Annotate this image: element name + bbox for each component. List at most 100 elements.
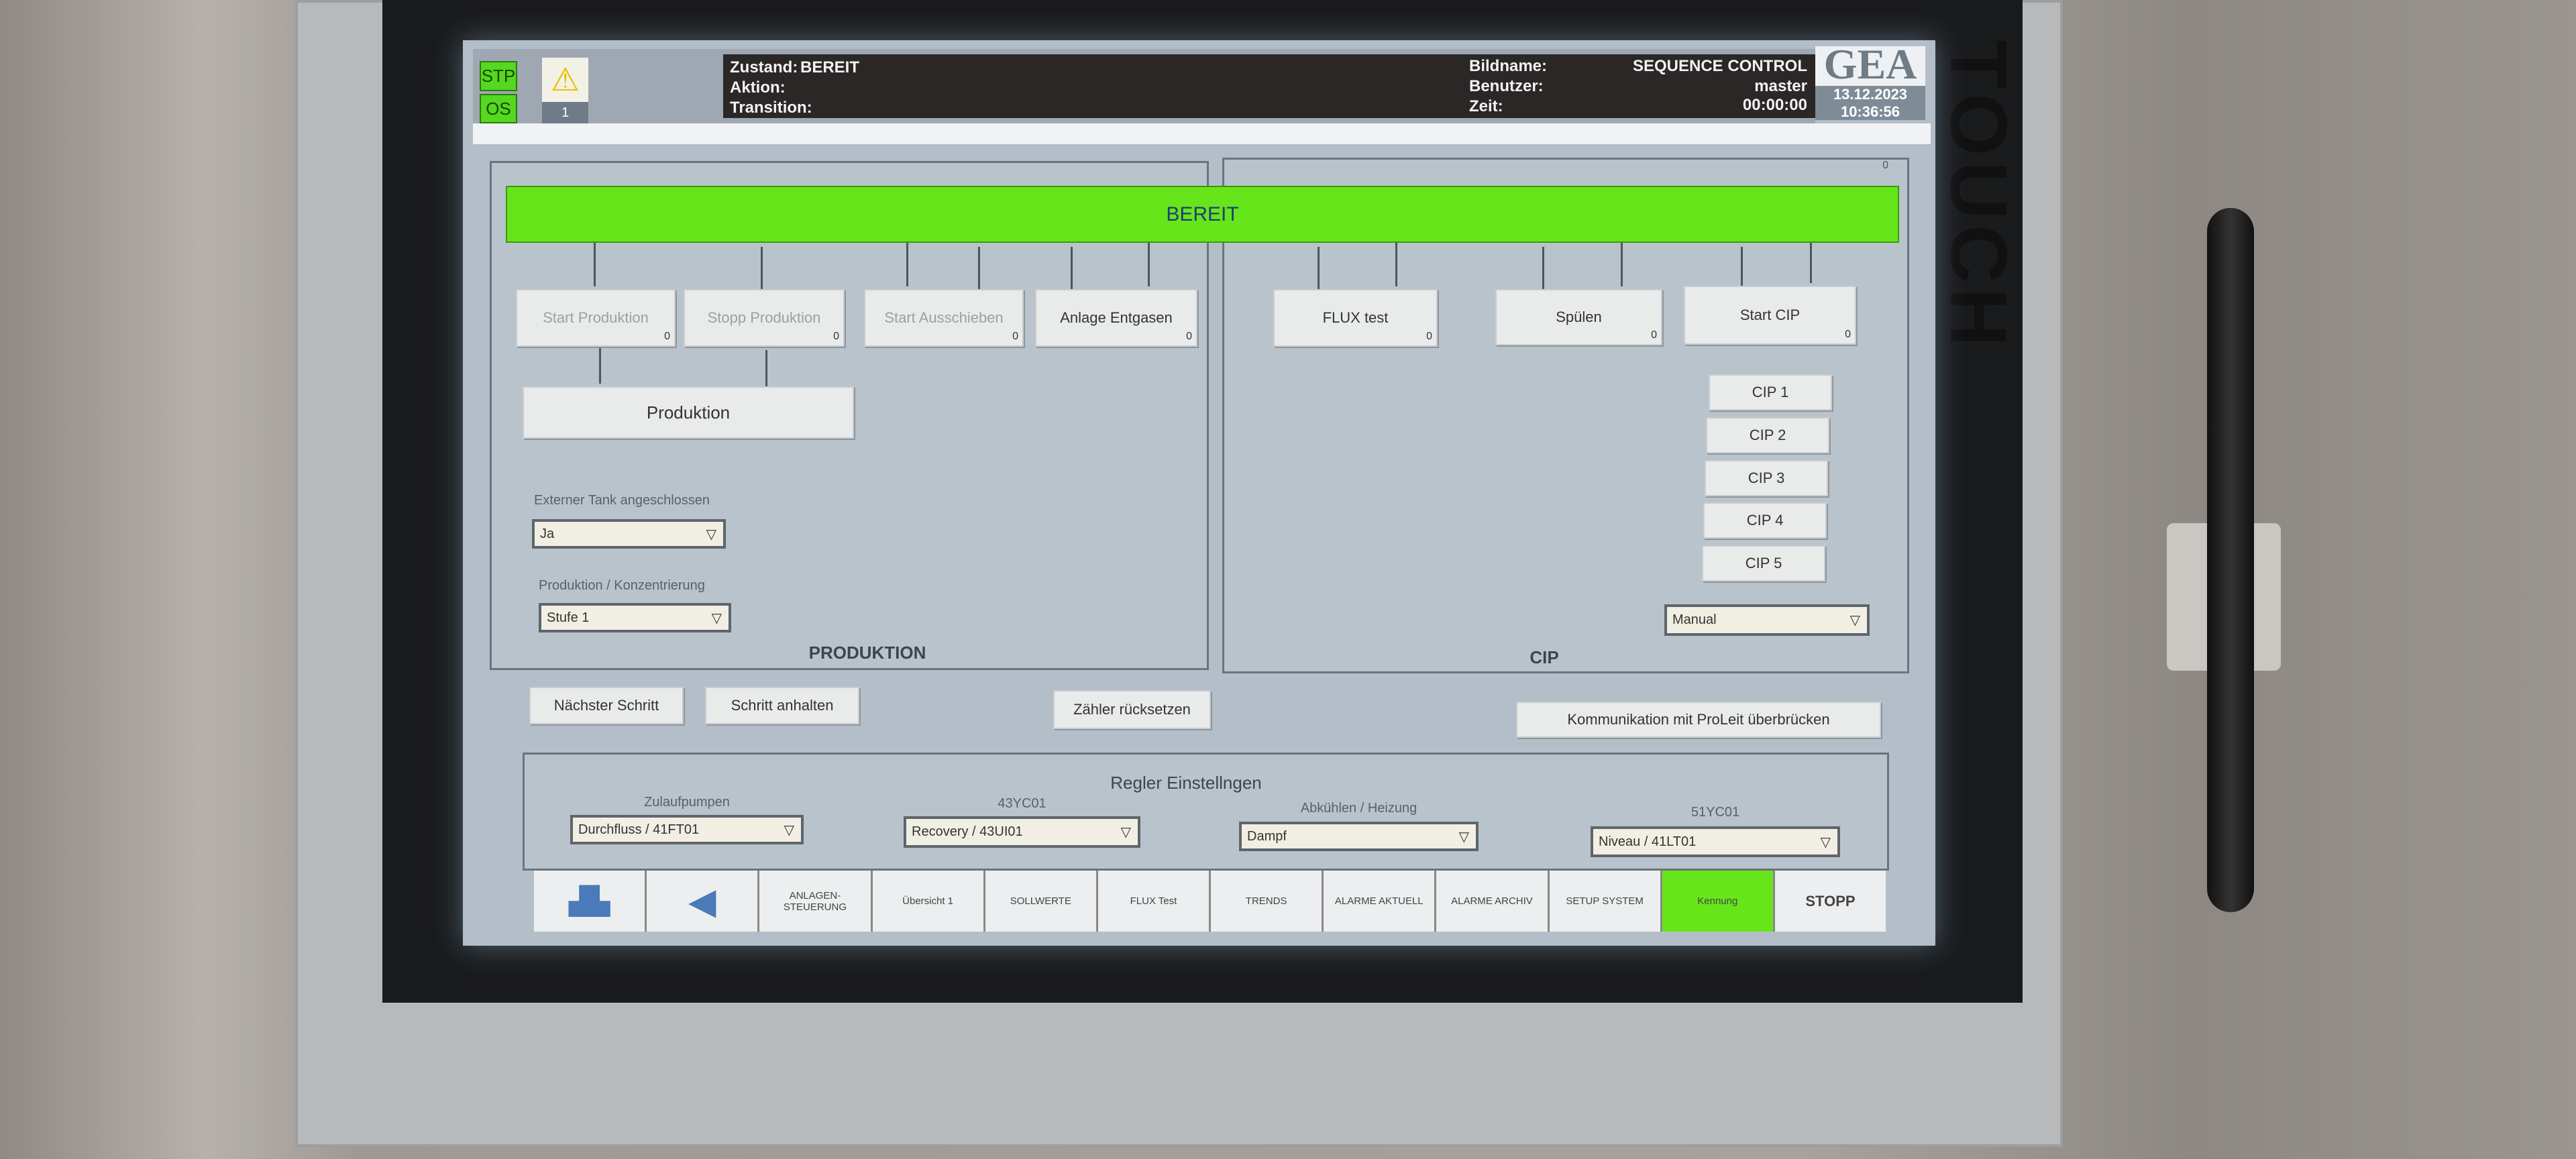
dropdown-value: Recovery / 43UI01	[912, 824, 1023, 839]
tank-dropdown[interactable]: Ja ▽	[532, 519, 726, 549]
cip-2-button[interactable]: CIP 2	[1706, 417, 1829, 453]
counter: 0	[1012, 331, 1018, 342]
stopp-produktion-button[interactable]: Stopp Produktion 0	[684, 289, 845, 347]
nav-setup-system[interactable]: SETUP SYSTEM	[1549, 871, 1660, 932]
zulaufpumpen-dropdown[interactable]: Durchfluss / 41FT01 ▽	[570, 815, 804, 844]
time: 10:36:56	[1815, 103, 1925, 120]
produktion-title: PRODUKTION	[808, 643, 926, 663]
button-label: Stopp Produktion	[707, 309, 821, 326]
button-label: Start Produktion	[543, 309, 649, 326]
cip-4-button[interactable]: CIP 4	[1703, 502, 1827, 539]
date: 13.12.2023	[1815, 86, 1925, 103]
anlage-entgasen-button[interactable]: Anlage Entgasen 0	[1035, 289, 1197, 347]
flux-test-button[interactable]: FLUX test 0	[1273, 289, 1438, 347]
transition-label: Transition:	[730, 99, 812, 117]
warning-icon: ⚠	[550, 62, 580, 98]
dropdown-value: Stufe 1	[547, 610, 590, 625]
cip-title: CIP	[1529, 647, 1559, 667]
stylus	[2207, 208, 2254, 912]
chevron-down-icon: ▽	[784, 822, 794, 838]
chevron-down-icon: ▽	[1458, 829, 1469, 844]
abkuehlen-heizung-label: Abkühlen / Heizung	[1300, 801, 1417, 816]
chevron-down-icon: ▽	[711, 610, 722, 626]
zulaufpumpen-label: Zulaufpumpen	[644, 795, 730, 810]
schritt-anhalten-button[interactable]: Schritt anhalten	[705, 687, 859, 724]
bezel-brand: TOUCH	[1933, 40, 2023, 352]
arrow-up-icon	[1542, 247, 1544, 289]
cip-mode-dropdown[interactable]: Manual ▽	[1664, 604, 1870, 636]
51yc01-dropdown[interactable]: Niveau / 41LT01 ▽	[1591, 826, 1840, 857]
nav-sollwerte[interactable]: SOLLWERTE	[985, 871, 1096, 932]
button-label: Start Ausschieben	[884, 309, 1004, 326]
back-arrow-icon: ◀	[688, 881, 716, 922]
43yc01-dropdown[interactable]: Recovery / 43UI01 ▽	[904, 816, 1140, 848]
start-produktion-button[interactable]: Start Produktion 0	[516, 289, 676, 347]
nav-anlagensteuerung[interactable]: ANLAGEN-STEUERUNG	[759, 871, 871, 932]
aktion-label: Aktion:	[730, 78, 786, 97]
dropdown-value: Niveau / 41LT01	[1599, 834, 1697, 849]
chevron-down-icon: ▽	[1820, 834, 1831, 850]
gea-logo: GEA 13.12.2023 10:36:56	[1815, 40, 1925, 120]
arrow-down-icon	[1621, 243, 1623, 286]
konzentrierung-dropdown[interactable]: Stufe 1 ▽	[539, 603, 731, 632]
button-label: Anlage Entgasen	[1060, 309, 1173, 326]
os-indicator[interactable]: OS	[480, 94, 517, 123]
dropdown-value: Ja	[540, 526, 555, 541]
cip-1-button[interactable]: CIP 1	[1709, 374, 1832, 410]
abkuehlen-heizung-dropdown[interactable]: Dampf ▽	[1239, 822, 1479, 851]
arrow-down-icon	[1395, 243, 1397, 286]
nav-kennung[interactable]: Kennung	[1662, 871, 1773, 932]
nav-flux-test[interactable]: FLUX Test	[1097, 871, 1210, 932]
arrow-up-icon	[761, 247, 763, 289]
start-ausschieben-button[interactable]: Start Ausschieben 0	[864, 289, 1024, 347]
zeit-label: Zeit:	[1469, 97, 1503, 115]
tank-label: Externer Tank angeschlossen	[534, 493, 710, 508]
dropdown-value: Durchfluss / 41FT01	[578, 822, 700, 837]
counter: 0	[664, 331, 670, 342]
benutzer-value: master	[1754, 77, 1807, 95]
logo-text: GEA	[1823, 40, 1917, 89]
counter: 0	[1186, 331, 1192, 342]
dropdown-value: Dampf	[1247, 828, 1287, 844]
produktion-button[interactable]: Produktion	[523, 386, 854, 439]
nav-stopp[interactable]: STOPP	[1774, 871, 1886, 932]
arrow-up-icon	[765, 350, 767, 386]
alarm-button[interactable]: ⚠ 1	[542, 58, 588, 123]
status-bar-bereit: BEREIT	[506, 186, 1899, 243]
nav-trends[interactable]: TRENDS	[1211, 871, 1322, 932]
counter: 0	[1426, 331, 1432, 342]
counter: 0	[1651, 329, 1657, 341]
arrow-down-icon	[594, 243, 596, 286]
benutzer-label: Benutzer:	[1469, 77, 1544, 95]
status-panel: Zustand: BEREIT Aktion: Transition: Bild…	[723, 54, 1815, 118]
nav-alarme-aktuell[interactable]: ALARME AKTUELL	[1324, 871, 1435, 932]
bildname-label: Bildname:	[1469, 57, 1548, 75]
proleit-bypass-button[interactable]: Kommunikation mit ProLeit überbrücken	[1516, 702, 1881, 738]
arrow-down-icon	[1810, 243, 1812, 283]
button-label: Start CIP	[1739, 307, 1801, 323]
start-cip-button[interactable]: Start CIP 0	[1684, 286, 1856, 345]
bildname-value: SEQUENCE CONTROL	[1632, 57, 1807, 75]
cip-3-button[interactable]: CIP 3	[1705, 460, 1828, 496]
cip-5-button[interactable]: CIP 5	[1702, 545, 1825, 582]
button-label: FLUX test	[1322, 309, 1389, 326]
dropdown-value: Manual	[1672, 612, 1717, 627]
arrow-down-icon	[906, 243, 908, 286]
konzentrierung-label: Produktion / Konzentrierung	[539, 578, 705, 593]
arrow-up-icon	[1071, 247, 1073, 289]
spuelen-button[interactable]: Spülen 0	[1495, 289, 1662, 345]
arrow-down-icon	[1148, 243, 1150, 286]
arrow-up-icon	[1318, 247, 1320, 289]
arrow-up-icon	[1741, 247, 1743, 287]
home-button[interactable]: ▟▙	[534, 871, 645, 932]
counter: 0	[1845, 329, 1851, 340]
nav-alarme-archiv[interactable]: ALARME ARCHIV	[1436, 871, 1548, 932]
stp-indicator[interactable]: STP	[480, 61, 517, 91]
naechster-schritt-button[interactable]: Nächster Schritt	[529, 687, 684, 724]
regler-title: Regler Einstellngen	[1110, 773, 1262, 793]
zaehler-ruecksetzen-button[interactable]: Zähler rücksetzen	[1053, 690, 1211, 729]
navigation-bar: ▟▙ ◀ ANLAGEN-STEUERUNG Übersicht 1 SOLLW…	[534, 871, 1886, 932]
43yc01-label: 43YC01	[998, 796, 1046, 811]
back-button[interactable]: ◀	[647, 871, 758, 932]
nav-uebersicht-1[interactable]: Übersicht 1	[872, 871, 983, 932]
